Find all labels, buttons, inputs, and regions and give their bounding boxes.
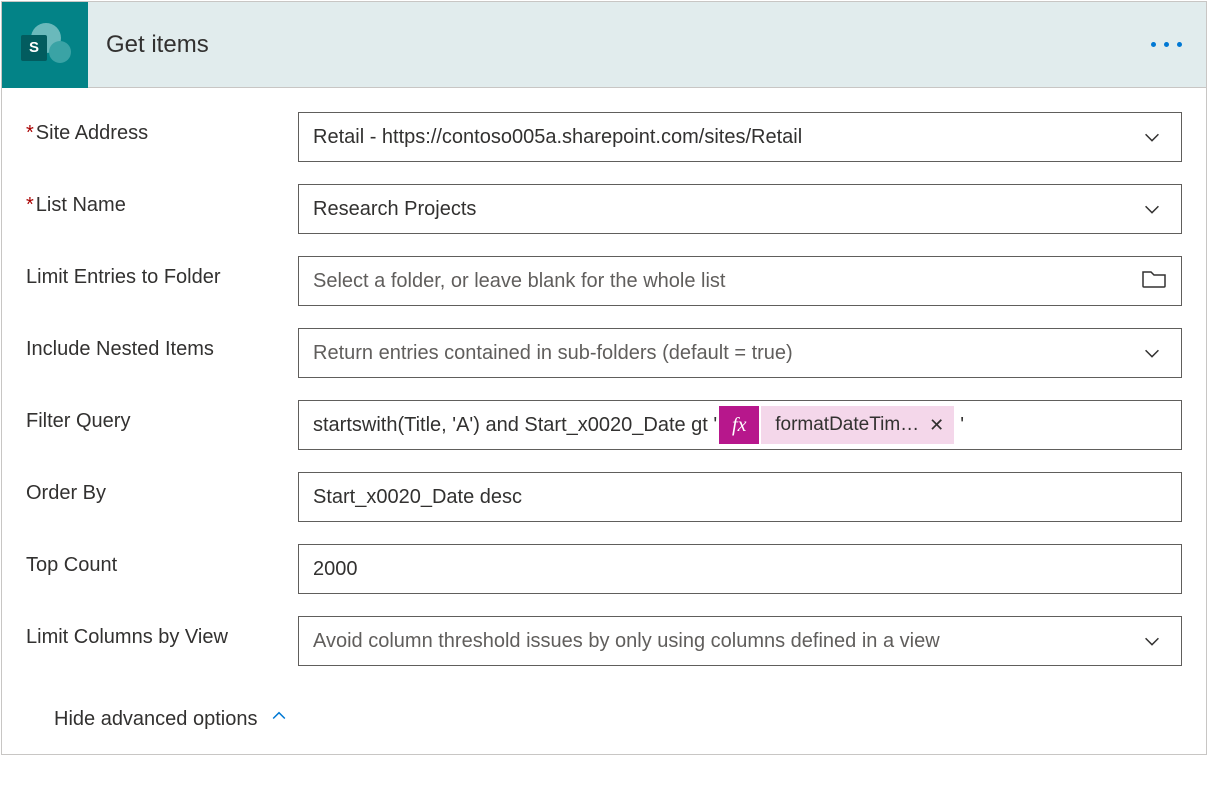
chevron-up-icon bbox=[269, 706, 289, 732]
card-title: Get items bbox=[106, 31, 1127, 59]
label-limit-folder: Limit Entries to Folder bbox=[26, 256, 298, 289]
chevron-down-icon bbox=[1137, 198, 1167, 220]
action-card: S Get items *Site Address Retail - https… bbox=[1, 1, 1207, 755]
limit-folder-placeholder: Select a folder, or leave blank for the … bbox=[313, 270, 725, 293]
chevron-down-icon bbox=[1137, 342, 1167, 364]
expression-token-label: formatDateTim… bbox=[775, 414, 919, 436]
order-by-input[interactable]: Start_x0020_Date desc bbox=[298, 472, 1182, 522]
sharepoint-icon: S bbox=[2, 2, 88, 88]
chevron-down-icon bbox=[1137, 126, 1167, 148]
label-order-by: Order By bbox=[26, 472, 298, 505]
filter-query-suffix: ' bbox=[956, 414, 964, 437]
label-include-nested: Include Nested Items bbox=[26, 328, 298, 361]
advanced-toggle-label: Hide advanced options bbox=[54, 708, 257, 731]
label-top-count: Top Count bbox=[26, 544, 298, 577]
hide-advanced-toggle[interactable]: Hide advanced options bbox=[54, 706, 289, 732]
include-nested-dropdown[interactable]: Return entries contained in sub-folders … bbox=[298, 328, 1182, 378]
folder-icon[interactable] bbox=[1141, 267, 1167, 295]
limit-columns-placeholder: Avoid column threshold issues by only us… bbox=[313, 630, 940, 653]
expression-token[interactable]: formatDateTim… ✕ bbox=[761, 406, 954, 444]
top-count-value: 2000 bbox=[313, 558, 358, 581]
order-by-value: Start_x0020_Date desc bbox=[313, 486, 522, 509]
label-site-address: *Site Address bbox=[26, 112, 298, 145]
fx-icon: fx bbox=[719, 406, 759, 444]
include-nested-placeholder: Return entries contained in sub-folders … bbox=[313, 342, 793, 365]
label-limit-columns: Limit Columns by View bbox=[26, 616, 298, 649]
remove-token-icon[interactable]: ✕ bbox=[929, 415, 944, 436]
label-list-name: *List Name bbox=[26, 184, 298, 217]
limit-columns-dropdown[interactable]: Avoid column threshold issues by only us… bbox=[298, 616, 1182, 666]
site-address-value: Retail - https://contoso005a.sharepoint.… bbox=[313, 126, 802, 149]
label-filter-query: Filter Query bbox=[26, 400, 298, 433]
filter-query-text: startswith(Title, 'A') and Start_x0020_D… bbox=[313, 414, 717, 437]
card-body: *Site Address Retail - https://contoso00… bbox=[2, 88, 1206, 754]
card-header: S Get items bbox=[2, 2, 1206, 88]
list-name-dropdown[interactable]: Research Projects bbox=[298, 184, 1182, 234]
limit-folder-input[interactable]: Select a folder, or leave blank for the … bbox=[298, 256, 1182, 306]
card-menu-button[interactable] bbox=[1127, 42, 1206, 47]
chevron-down-icon bbox=[1137, 630, 1167, 652]
site-address-dropdown[interactable]: Retail - https://contoso005a.sharepoint.… bbox=[298, 112, 1182, 162]
list-name-value: Research Projects bbox=[313, 198, 476, 221]
top-count-input[interactable]: 2000 bbox=[298, 544, 1182, 594]
filter-query-input[interactable]: startswith(Title, 'A') and Start_x0020_D… bbox=[298, 400, 1182, 450]
